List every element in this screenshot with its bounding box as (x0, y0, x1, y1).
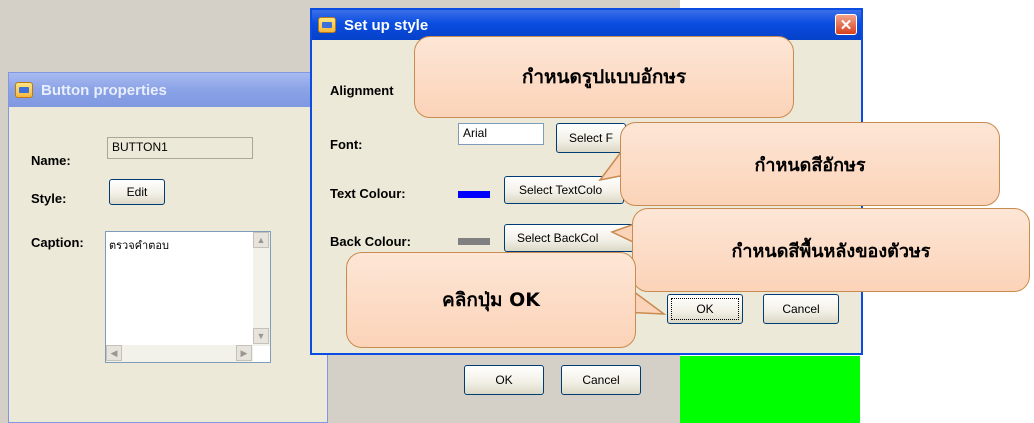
callout-back-colour: กำหนดสีพื้นหลังของตัวษร (632, 208, 1030, 292)
callout-text-colour: กำหนดสีอักษร (620, 122, 1000, 206)
callout-font-style: กำหนดรูปแบบอักษร (414, 36, 794, 118)
callout-click-ok: คลิกปุ่ม OK (346, 252, 636, 348)
